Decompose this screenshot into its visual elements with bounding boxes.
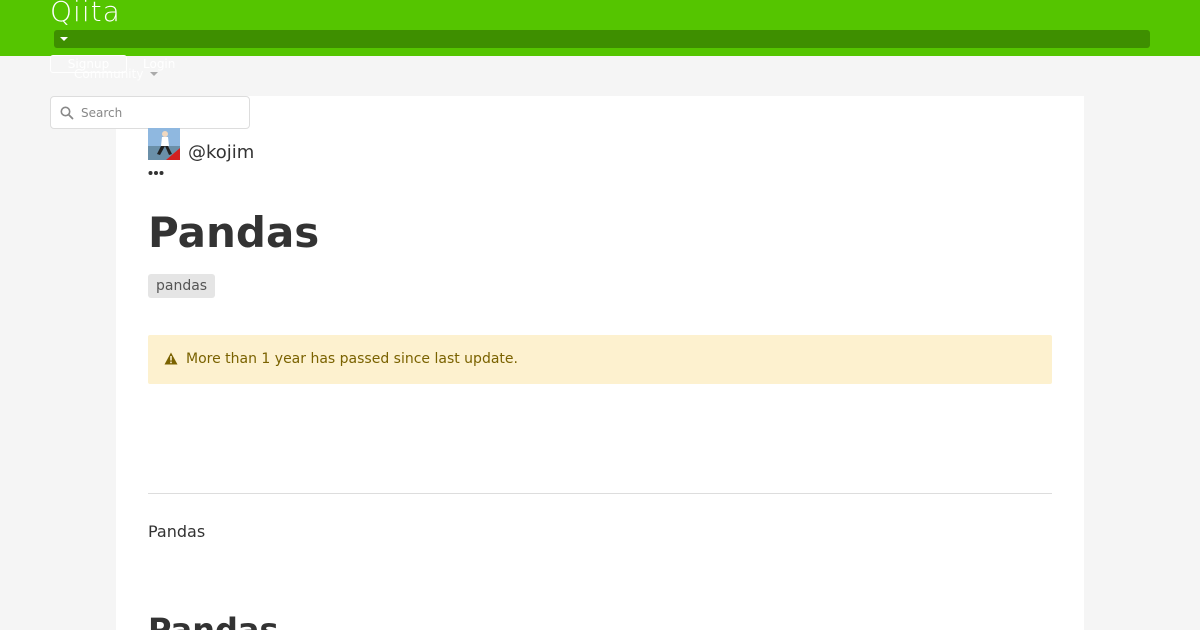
global-header: Qiita [0,0,1200,56]
section-heading: Pandas [148,611,279,630]
search-icon [60,106,74,120]
outdated-alert: More than 1 year has passed since last u… [148,335,1052,384]
content-divider [148,493,1052,494]
author-avatar[interactable] [148,128,180,160]
article-title: Pandas [148,208,320,257]
caret-down-icon [60,37,68,41]
qiita-logo[interactable]: Qiita [50,0,121,28]
alert-message: More than 1 year has passed since last u… [186,351,518,367]
login-link[interactable]: Login [143,57,175,71]
tag-pandas[interactable]: pandas [148,274,216,298]
more-options-icon[interactable] [148,170,164,176]
search-input[interactable] [81,101,241,125]
chevron-down-icon [150,72,158,76]
header-menu-bar[interactable] [54,30,1150,48]
search-box[interactable] [50,96,250,129]
community-menu[interactable]: Community [74,67,143,81]
article-paragraph: Pandas [148,522,206,541]
warning-icon [164,352,178,365]
author-username[interactable]: @kojim [188,142,254,164]
